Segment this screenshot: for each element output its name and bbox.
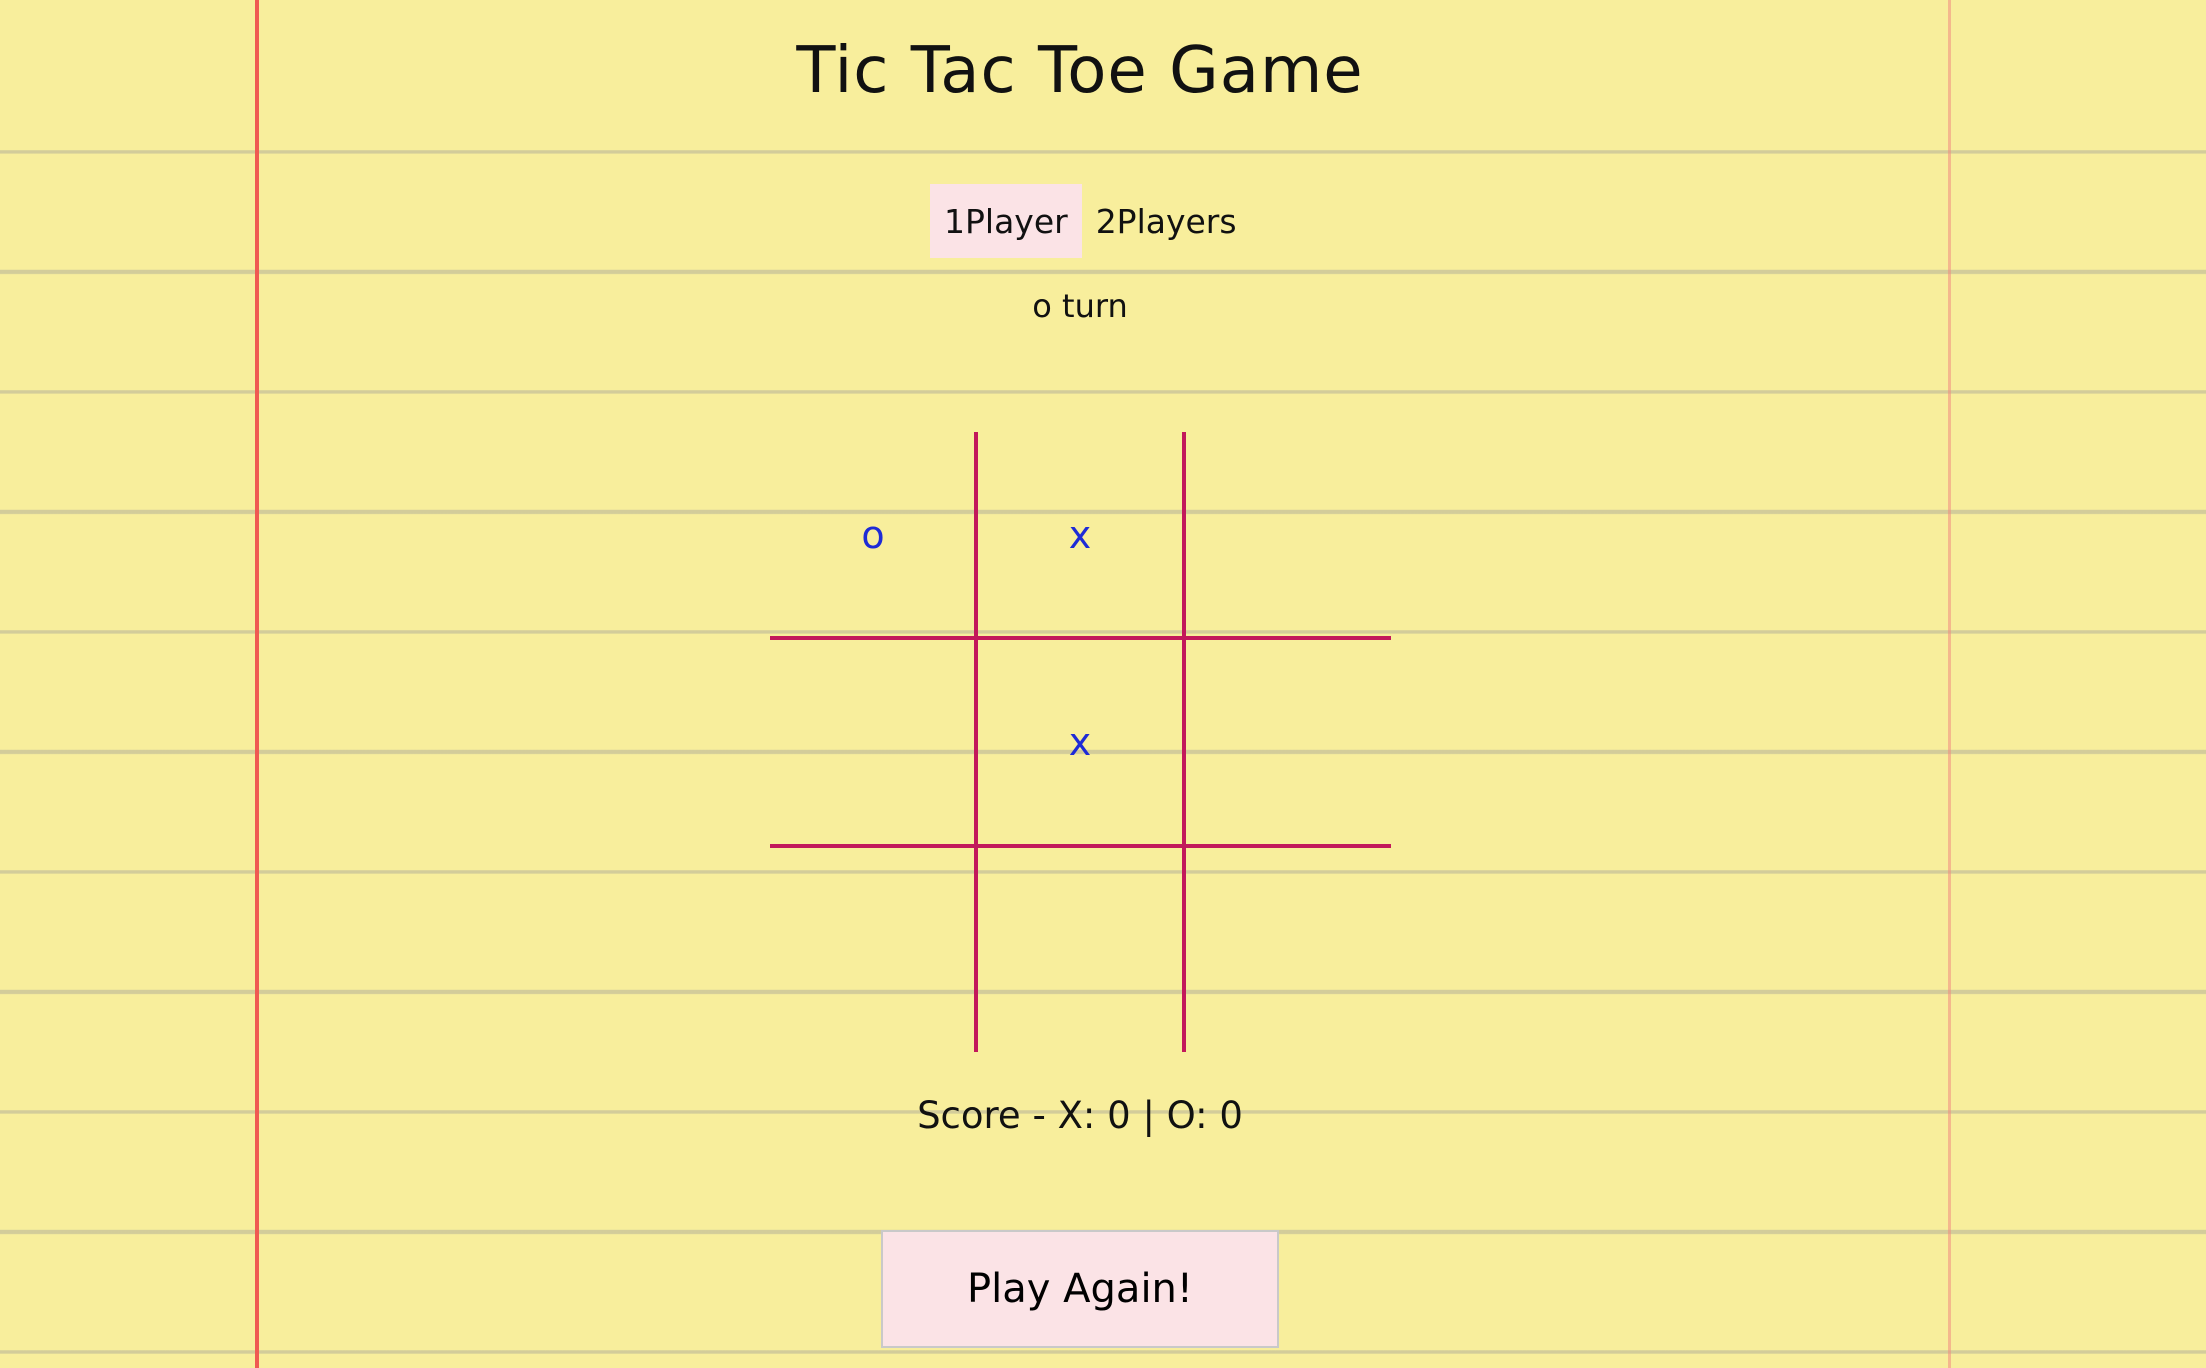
page-title: Tic Tac Toe Game xyxy=(796,34,1364,108)
notebook-right-margin-line xyxy=(1948,0,1951,1368)
board-cell-1[interactable]: o xyxy=(770,432,976,638)
board-cell-7[interactable] xyxy=(770,846,976,1052)
game-board: o x x xyxy=(770,432,1391,1052)
board-cell-2[interactable]: x xyxy=(976,432,1184,638)
one-player-button[interactable]: 1Player xyxy=(930,184,1082,258)
board-cell-5[interactable]: x xyxy=(976,638,1184,846)
board-cell-6[interactable] xyxy=(1184,638,1391,846)
score-display: Score - X: 0 | O: 0 xyxy=(917,1094,1243,1137)
mode-switch: 1Player 2Players xyxy=(930,184,1251,258)
turn-indicator: o turn xyxy=(1032,287,1128,325)
board-cell-4[interactable] xyxy=(770,638,976,846)
notebook-margin-line xyxy=(255,0,259,1368)
board-cells: o x x xyxy=(770,432,1391,1052)
two-players-button[interactable]: 2Players xyxy=(1082,184,1251,258)
board-cell-9[interactable] xyxy=(1184,846,1391,1052)
board-cell-3[interactable] xyxy=(1184,432,1391,638)
play-again-button[interactable]: Play Again! xyxy=(881,1230,1279,1348)
board-cell-8[interactable] xyxy=(976,846,1184,1052)
